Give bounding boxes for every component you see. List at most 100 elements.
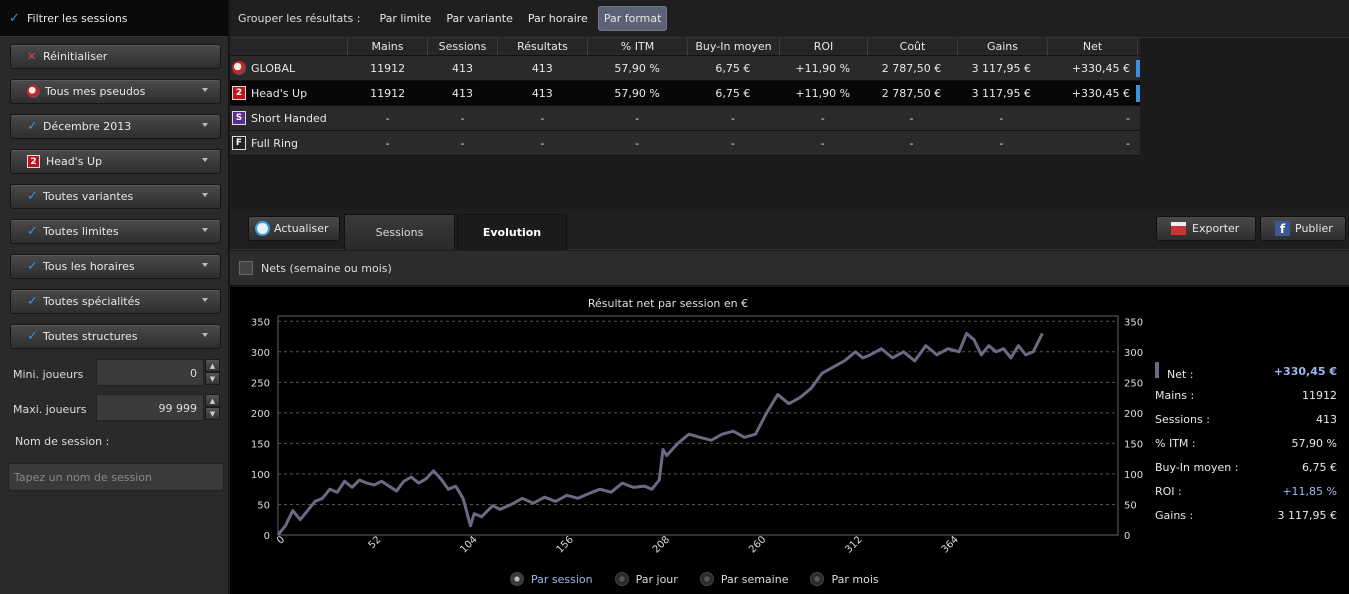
filter-dropdown[interactable]: Tous mes pseudos xyxy=(10,79,221,104)
chevron-down-icon[interactable] xyxy=(202,333,208,337)
chevron-down-icon[interactable] xyxy=(202,263,208,267)
tab-sessions-label: Sessions xyxy=(375,226,424,239)
series-color-bar xyxy=(1136,59,1140,77)
table-cell: +330,45 € xyxy=(1071,61,1131,75)
column-header[interactable]: Buy-In moyen xyxy=(688,37,780,56)
column-header[interactable]: Coût xyxy=(868,37,958,56)
filter-dropdown[interactable]: ✓ Décembre 2013 xyxy=(10,114,221,139)
table-cell: - xyxy=(385,111,390,125)
filter-dropdown[interactable]: ✓ Tous les horaires xyxy=(10,254,221,279)
facebook-icon: f xyxy=(1275,221,1290,236)
stat-row: Buy-In moyen : 6,75 € xyxy=(1155,455,1345,479)
table-cell: - xyxy=(385,136,390,150)
results-table: Mains Sessions Résultats% ITM Buy-In moyen R… xyxy=(230,37,1140,156)
column-header[interactable]: Gains xyxy=(958,37,1048,56)
table-cell: 413 xyxy=(452,86,473,100)
nets-checkbox[interactable] xyxy=(239,261,253,275)
table-header: Mains Sessions Résultats% ITM Buy-In moyen R… xyxy=(230,37,1140,56)
granularity-radio[interactable]: Par semaine xyxy=(699,572,788,586)
granularity-radio[interactable]: Par mois xyxy=(810,572,879,586)
filter-dropdown[interactable]: ✓ Toutes structures xyxy=(10,324,221,349)
filter-dropdown[interactable]: 2 Head's Up xyxy=(10,149,221,174)
group-option[interactable]: Par variante xyxy=(441,7,518,30)
min-players-stepper[interactable]: ▲ ▼ xyxy=(205,359,220,386)
stat-key: Buy-In moyen : xyxy=(1155,461,1255,474)
stat-key: ROI : xyxy=(1155,485,1255,498)
filter-dropdown[interactable]: ✓ Toutes variantes xyxy=(10,184,221,209)
reset-button[interactable]: ✕ Réinitialiser xyxy=(10,44,221,69)
group-results-bar: Grouper les résultats : Par limite Par va… xyxy=(230,0,1349,38)
stat-row: Net : +330,45 € xyxy=(1155,359,1345,383)
filter-label: Tous les horaires xyxy=(43,260,135,273)
reset-label: Réinitialiser xyxy=(43,50,108,63)
refresh-button[interactable]: Actualiser xyxy=(248,216,340,241)
filter-dropdown[interactable]: ✓ Toutes limites xyxy=(10,219,221,244)
chevron-down-icon[interactable] xyxy=(202,298,208,302)
y-tick-label: 150 xyxy=(251,439,270,450)
stepper-up-icon[interactable]: ▲ xyxy=(205,394,220,407)
table-cell: - xyxy=(1126,136,1131,150)
y-tick-label: 350 xyxy=(251,317,270,328)
table-row[interactable]: 2 Head's Up 11912 413 413 57,90 % 6,75 € +11,90… xyxy=(230,81,1140,106)
group-option[interactable]: Par format xyxy=(597,6,668,31)
radio-dot-icon[interactable] xyxy=(699,572,714,586)
chevron-down-icon[interactable] xyxy=(202,228,208,232)
stepper-down-icon[interactable]: ▼ xyxy=(205,372,220,385)
filter-dropdown[interactable]: ✓ Toutes spécialités xyxy=(10,289,221,314)
stepper-up-icon[interactable]: ▲ xyxy=(205,359,220,372)
column-header[interactable]: % ITM xyxy=(588,37,688,56)
min-players-input[interactable]: 0 xyxy=(96,359,204,386)
column-header[interactable]: Mains xyxy=(348,37,428,56)
column-header[interactable]: Net xyxy=(1048,37,1138,56)
y-tick-label-right: 250 xyxy=(1124,378,1143,389)
table-cell: +11,90 % xyxy=(795,86,851,100)
tab-evolution[interactable]: Evolution xyxy=(457,214,567,250)
row-name: Head's Up xyxy=(251,86,308,100)
chevron-down-icon[interactable] xyxy=(202,88,208,92)
radio-dot-icon[interactable] xyxy=(510,572,524,586)
stat-key: Sessions : xyxy=(1155,413,1255,426)
chevron-down-icon[interactable] xyxy=(202,123,208,127)
export-button[interactable]: Exporter xyxy=(1156,216,1256,241)
table-row[interactable]: F Full Ring - - - - - - - - - xyxy=(230,131,1140,156)
max-players-input[interactable]: 99 999 xyxy=(96,394,204,421)
table-cell: - xyxy=(635,136,640,150)
table-cell: - xyxy=(730,136,735,150)
session-name-input[interactable]: Tapez un nom de session xyxy=(8,463,224,491)
granularity-radio[interactable]: Par jour xyxy=(614,572,678,586)
row-name: Full Ring xyxy=(251,136,298,150)
radio-dot-icon[interactable] xyxy=(810,572,825,586)
y-tick-label: 0 xyxy=(264,531,270,542)
column-header[interactable]: ROI xyxy=(780,37,868,56)
y-tick-label: 100 xyxy=(251,470,270,481)
chevron-down-icon[interactable] xyxy=(202,158,208,162)
stat-value: +330,45 € xyxy=(1273,364,1337,378)
group-option[interactable]: Par horaire xyxy=(523,7,593,30)
stat-key: Gains : xyxy=(1155,509,1255,522)
publish-button[interactable]: f Publier xyxy=(1260,216,1346,241)
radio-dot-icon[interactable] xyxy=(614,572,629,586)
row-name-cell: 2 Head's Up xyxy=(230,86,348,100)
granularity-radio[interactable]: Par session xyxy=(510,572,593,586)
stat-row: % ITM : 57,90 % xyxy=(1155,431,1345,455)
stepper-down-icon[interactable]: ▼ xyxy=(205,407,220,420)
column-header[interactable]: Sessions xyxy=(428,37,498,56)
group-option[interactable]: Par limite xyxy=(374,7,436,30)
stat-key-text: Buy-In moyen : xyxy=(1155,460,1239,474)
tab-sessions[interactable]: Sessions xyxy=(344,214,455,250)
table-cell: - xyxy=(909,111,914,125)
table-cell: - xyxy=(820,136,825,150)
filter-label: Toutes variantes xyxy=(43,190,134,203)
filter-sessions-header[interactable]: ✓ Filtrer les sessions xyxy=(0,0,228,37)
nets-bar: Nets (semaine ou mois) xyxy=(230,251,1349,286)
chevron-down-icon[interactable] xyxy=(202,193,208,197)
column-header[interactable]: Résultats xyxy=(498,37,588,56)
check-icon: ✓ xyxy=(27,119,38,134)
table-row[interactable]: S Short Handed - - - - - - - - - xyxy=(230,106,1140,131)
table-row[interactable]: GLOBAL 11912 413 413 57,90 % 6,75 € +11,90 % 2 … xyxy=(230,56,1140,81)
max-players-stepper[interactable]: ▲ ▼ xyxy=(205,394,220,421)
stat-key: Mains : xyxy=(1155,389,1255,402)
x-tick-label: 104 xyxy=(458,534,479,555)
table-cell: - xyxy=(999,136,1004,150)
column-header[interactable] xyxy=(230,37,348,56)
